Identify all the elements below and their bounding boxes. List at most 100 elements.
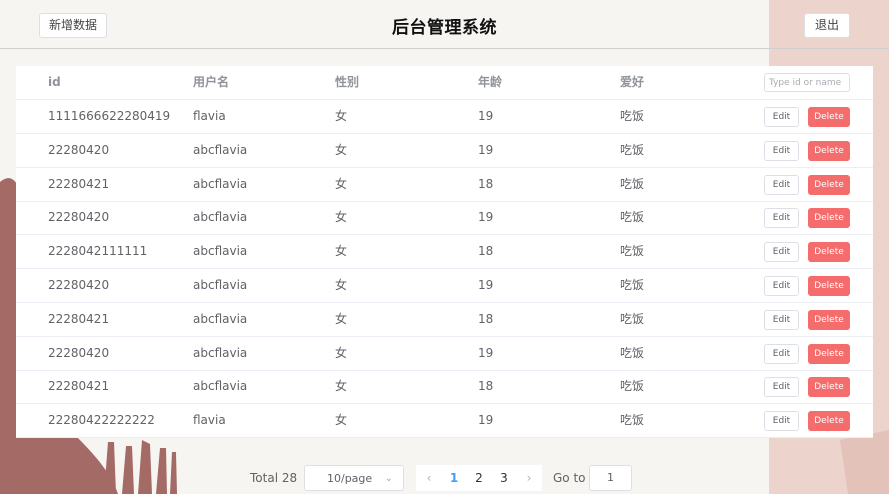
search-input[interactable] (764, 73, 850, 92)
cell-username: abcflavia (193, 278, 248, 292)
column-header-hobby: 爱好 (620, 75, 645, 89)
header: 新增数据 后台管理系统 退出 (0, 0, 889, 49)
table-row: 2228042111111 abcflavia 女 18 吃饭 Edit Delete (16, 235, 873, 270)
cell-gender: 女 (335, 379, 348, 394)
edit-button[interactable]: Edit (764, 242, 799, 263)
delete-button[interactable]: Delete (808, 343, 850, 364)
chevron-left-icon[interactable]: ‹ (416, 465, 442, 491)
chevron-down-icon: ⌄ (384, 473, 393, 484)
cell-id: 22280422222222 (48, 413, 155, 428)
cell-username: abcflavia (193, 210, 248, 225)
cell-age: 18 (478, 379, 494, 394)
cell-username: abcflavia (193, 244, 248, 259)
delete-button[interactable]: Delete (808, 208, 850, 229)
goto-page-input[interactable]: 1 (589, 465, 632, 491)
table-row: 22280422222222 flavia 女 19 吃饭 Edit Delete (16, 404, 873, 439)
cell-id: 22280420 (48, 142, 110, 157)
cell-hobby: 吃饭 (620, 109, 645, 123)
delete-button[interactable]: Delete (808, 242, 850, 263)
cell-hobby: 吃饭 (620, 142, 645, 157)
cell-gender: 女 (335, 278, 348, 292)
cell-username: flavia (193, 413, 226, 428)
page-size-value: 10/page (327, 472, 373, 485)
cell-hobby: 吃饭 (620, 176, 645, 191)
page-1-button[interactable]: 1 (441, 465, 467, 491)
cell-username: abcflavia (193, 379, 248, 394)
cell-hobby: 吃饭 (620, 379, 645, 394)
cell-gender: 女 (335, 244, 348, 259)
cell-gender: 女 (335, 142, 348, 157)
delete-button[interactable]: Delete (808, 107, 850, 127)
page-2-button[interactable]: 2 (466, 465, 492, 491)
table-row: 22280421 abcflavia 女 18 吃饭 Edit Delete (16, 168, 873, 202)
cell-id: 22280421 (48, 311, 110, 326)
table-row: 22280420 abcflavia 女 19 吃饭 Edit Delete (16, 269, 873, 303)
cell-hobby: 吃饭 (620, 278, 645, 292)
table-row: 22280420 abcflavia 女 19 吃饭 Edit Delete (16, 134, 873, 168)
cell-id: 22280420 (48, 210, 110, 225)
table-row: 22280421 abcflavia 女 18 吃饭 Edit Delete (16, 370, 873, 405)
cell-age: 19 (478, 142, 494, 157)
cell-id: 22280420 (48, 278, 110, 292)
cell-username: abcflavia (193, 142, 248, 157)
cell-username: abcflavia (193, 311, 248, 326)
cell-id: 22280421 (48, 176, 110, 191)
pagination: Total 28 10/page ⌄ ‹ 1 2 3 › Go to 1 (0, 465, 889, 491)
page-title: 后台管理系统 (392, 18, 497, 38)
column-header-age: 年龄 (478, 75, 503, 89)
page-size-select[interactable]: 10/page ⌄ (304, 465, 404, 491)
edit-button[interactable]: Edit (764, 107, 799, 127)
edit-button[interactable]: Edit (764, 208, 799, 229)
cell-gender: 女 (335, 345, 348, 360)
cell-gender: 女 (335, 210, 348, 225)
column-header-username: 用户名 (193, 75, 230, 89)
cell-age: 18 (478, 244, 494, 259)
table-row: 22280420 abcflavia 女 19 吃饭 Edit Delete (16, 337, 873, 371)
cell-gender: 女 (335, 413, 348, 428)
cell-gender: 女 (335, 109, 348, 123)
logout-button[interactable]: 退出 (804, 13, 850, 38)
cell-age: 19 (478, 345, 494, 360)
table-row: 22280420 abcflavia 女 19 吃饭 Edit Delete (16, 201, 873, 236)
cell-gender: 女 (335, 311, 348, 326)
edit-button[interactable]: Edit (764, 377, 799, 398)
cell-id: 2228042111111 (48, 244, 148, 259)
cell-hobby: 吃饭 (620, 345, 645, 360)
column-header-id: id (48, 75, 61, 89)
edit-button[interactable]: Edit (764, 343, 799, 364)
cell-gender: 女 (335, 176, 348, 191)
edit-button[interactable]: Edit (764, 174, 799, 195)
cell-age: 19 (478, 278, 494, 292)
cell-id: 22280421 (48, 379, 110, 394)
cell-id: 22280420 (48, 345, 110, 360)
delete-button[interactable]: Delete (808, 174, 850, 195)
delete-button[interactable]: Delete (808, 140, 850, 161)
cell-hobby: 吃饭 (620, 413, 645, 428)
delete-button[interactable]: Delete (808, 276, 850, 296)
cell-username: abcflavia (193, 176, 248, 191)
cell-age: 19 (478, 210, 494, 225)
chevron-right-icon[interactable]: › (516, 465, 542, 491)
table-row: 1111666622280419 flavia 女 19 吃饭 Edit Delete (16, 100, 873, 134)
cell-username: abcflavia (193, 345, 248, 360)
cell-id: 1111666622280419 (48, 109, 171, 123)
cell-hobby: 吃饭 (620, 311, 645, 326)
cell-age: 18 (478, 311, 494, 326)
total-count: Total 28 (250, 471, 298, 485)
table-row: 22280421 abcflavia 女 18 吃饭 Edit Delete (16, 303, 873, 337)
cell-hobby: 吃饭 (620, 244, 645, 259)
edit-button[interactable]: Edit (764, 276, 799, 296)
edit-button[interactable]: Edit (764, 309, 799, 330)
delete-button[interactable]: Delete (808, 377, 850, 398)
delete-button[interactable]: Delete (808, 309, 850, 330)
cell-hobby: 吃饭 (620, 210, 645, 225)
cell-age: 19 (478, 413, 494, 428)
delete-button[interactable]: Delete (808, 411, 850, 432)
table-header-row: id 用户名 性别 年龄 爱好 (16, 66, 873, 100)
goto-label: Go to (553, 471, 586, 485)
page-3-button[interactable]: 3 (491, 465, 517, 491)
edit-button[interactable]: Edit (764, 411, 799, 432)
column-header-gender: 性别 (335, 75, 360, 89)
cell-age: 18 (478, 176, 494, 191)
edit-button[interactable]: Edit (764, 140, 799, 161)
